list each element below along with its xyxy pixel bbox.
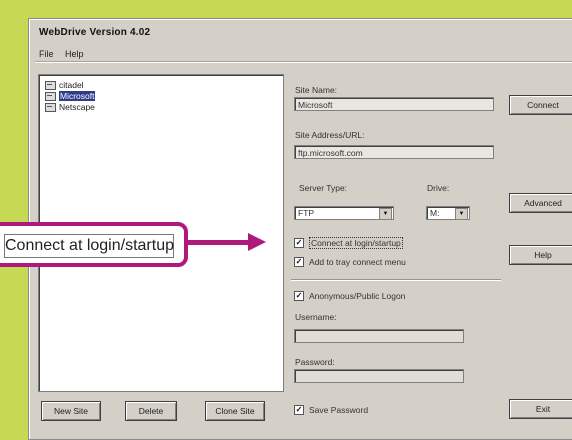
new-site-button[interactable]: New Site	[41, 401, 101, 421]
menu-help[interactable]: Help	[65, 49, 84, 59]
drive-label: Drive:	[427, 183, 450, 193]
arrow-right-icon	[248, 233, 266, 251]
callout-box: Connect at login/startup	[0, 222, 188, 267]
add-to-tray-checkbox[interactable]: ✓ Add to tray connect menu	[294, 257, 406, 267]
save-password-label: Save Password	[309, 405, 369, 415]
menu-file[interactable]: File	[39, 49, 54, 59]
site-item-label: Microsoft	[59, 91, 96, 101]
menu-bar: File Help	[39, 49, 93, 59]
clone-site-button-label: Clone Site	[215, 406, 255, 416]
site-item-microsoft[interactable]: Microsoft	[45, 91, 96, 101]
site-item-citadel[interactable]: citadel	[45, 80, 84, 90]
site-name-label: Site Name:	[295, 85, 338, 95]
username-label: Username:	[295, 312, 337, 322]
drive-select[interactable]: M: ▼	[426, 206, 470, 220]
section-divider	[291, 279, 501, 281]
checkbox-check-icon: ✓	[294, 238, 304, 248]
password-field[interactable]	[294, 369, 464, 383]
username-field[interactable]	[294, 329, 464, 343]
chevron-down-icon: ▼	[379, 208, 392, 220]
site-item-label: citadel	[59, 80, 84, 90]
exit-button-label: Exit	[535, 404, 551, 414]
server-type-value: FTP	[298, 208, 315, 218]
delete-button-label: Delete	[138, 406, 164, 416]
site-item-netscape[interactable]: Netscape	[45, 102, 95, 112]
delete-button[interactable]: Delete	[125, 401, 177, 421]
site-icon	[45, 80, 56, 90]
new-site-button-label: New Site	[53, 406, 88, 416]
exit-button[interactable]: Exit	[509, 399, 572, 419]
site-address-field[interactable]: ftp.microsoft.com	[294, 145, 494, 159]
anonymous-logon-checkbox[interactable]: ✓ Anonymous/Public Logon	[294, 291, 405, 301]
connect-at-login-checkbox[interactable]: ✓ Connect at login/startup	[294, 237, 403, 249]
site-icon	[45, 91, 56, 101]
advanced-button-label: Advanced	[524, 198, 562, 208]
connect-at-login-label: Connect at login/startup	[309, 237, 403, 249]
add-to-tray-label: Add to tray connect menu	[309, 257, 406, 267]
site-icon	[45, 102, 56, 112]
drive-value: M:	[430, 208, 440, 218]
window-title: WebDrive Version 4.02	[39, 27, 151, 38]
password-label: Password:	[295, 357, 335, 367]
clone-site-button[interactable]: Clone Site	[205, 401, 265, 421]
advanced-button[interactable]: Advanced	[509, 193, 572, 213]
help-button-label: Help	[534, 250, 552, 260]
connect-button-label: Connect	[527, 100, 559, 110]
anonymous-logon-label: Anonymous/Public Logon	[309, 291, 406, 301]
callout-arrow-line	[188, 240, 250, 245]
checkbox-check-icon: ✓	[294, 291, 304, 301]
server-type-select[interactable]: FTP ▼	[294, 206, 394, 220]
help-button[interactable]: Help	[509, 245, 572, 265]
menu-divider	[35, 61, 572, 63]
callout-text: Connect at login/startup	[5, 237, 174, 254]
server-type-label: Server Type:	[299, 183, 348, 193]
site-item-label: Netscape	[59, 102, 95, 112]
site-address-label: Site Address/URL:	[295, 130, 365, 140]
callout-field-zoom: Connect at login/startup	[4, 234, 174, 258]
save-password-checkbox[interactable]: ✓ Save Password	[294, 405, 368, 415]
checkbox-check-icon: ✓	[294, 257, 304, 267]
checkbox-check-icon: ✓	[294, 405, 304, 415]
connect-button[interactable]: Connect	[509, 95, 572, 115]
chevron-down-icon: ▼	[455, 208, 468, 220]
site-name-field[interactable]: Microsoft	[294, 97, 494, 111]
